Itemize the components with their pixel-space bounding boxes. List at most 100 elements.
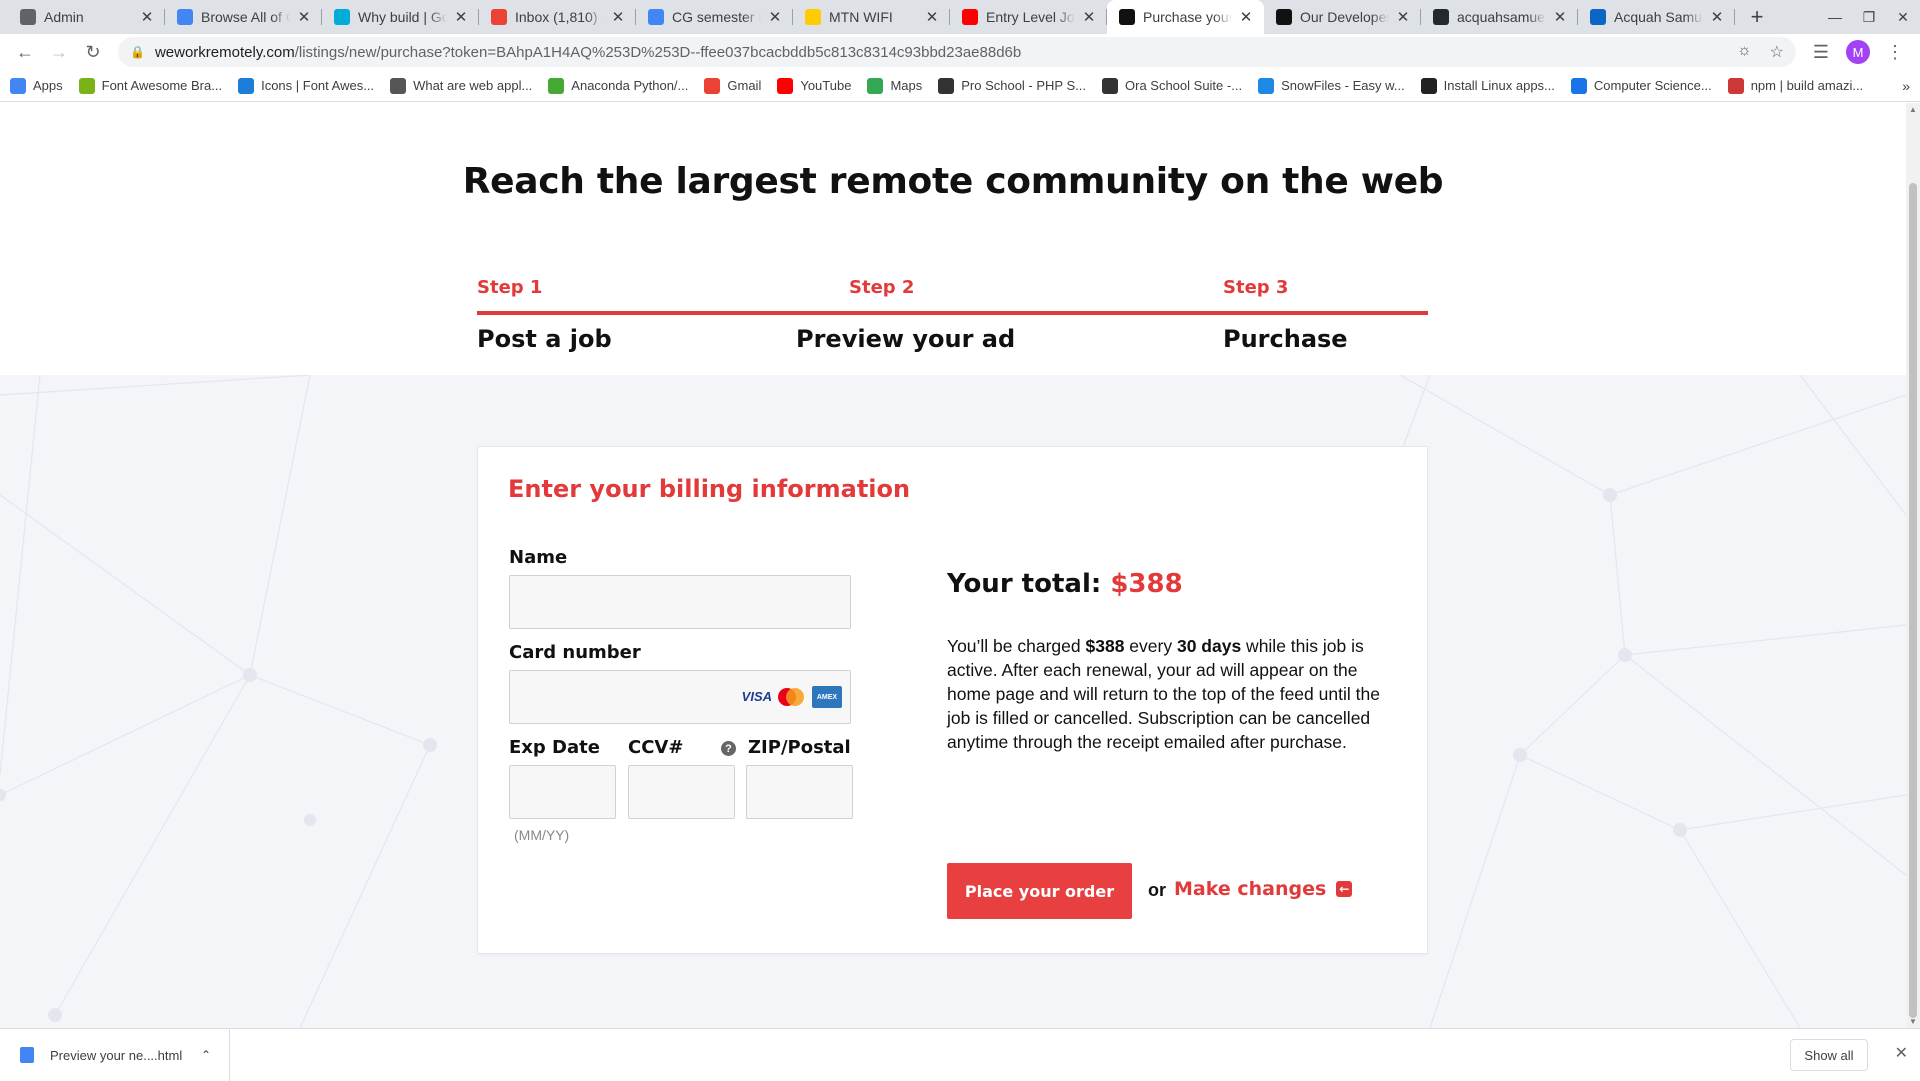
browser-tab[interactable]: CG semester PR ✕ [636,0,793,34]
browser-tab[interactable]: Why build | Go ✕ [322,0,479,34]
bookmark-item[interactable]: Icons | Font Awes... [238,77,374,94]
browser-tab[interactable]: Browse All of Google ✕ [165,0,322,34]
browser-tab[interactable]: Admin ✕ [8,0,165,34]
ccv-input[interactable] [628,765,735,819]
translate-icon[interactable]: ☼ [1737,42,1752,62]
bookmark-item[interactable]: Maps [867,77,923,94]
download-shelf: Preview your ne....html ⌃ Show all ✕ [0,1028,1920,1081]
download-item[interactable]: Preview your ne....html ⌃ [0,1029,230,1081]
tab-close-icon[interactable]: ✕ [1552,8,1568,26]
gmail-icon [491,9,507,25]
tab-title: Entry Level Job Re [986,9,1075,25]
browser-tab[interactable]: Our Developers ✕ [1264,0,1421,34]
back-arrow-icon: ← [1336,881,1353,897]
tab-title: Acquah Samuel [1614,9,1703,25]
bookmarks-bar: Apps Font Awesome Bra... Icons | Font Awes… [0,70,1920,102]
url-path: /listings/new/purchase?token=BAhpA1H4AQ%… [294,43,1022,61]
address-bar[interactable]: 🔒 weworkremotely.com/listings/new/purcha… [118,37,1796,67]
browser-tab[interactable]: Purchase your ne ✕ [1107,0,1264,34]
scroll-down-icon[interactable]: ▼ [1906,1017,1920,1026]
bookmark-item[interactable]: Gmail [704,77,762,94]
reading-list-icon[interactable]: ☰ [1804,37,1838,67]
show-all-button[interactable]: Show all [1790,1039,1868,1071]
tab-close-icon[interactable]: ✕ [924,8,940,26]
tab-close-icon[interactable]: ✕ [1081,8,1097,26]
reload-icon[interactable]: ↻ [76,37,110,67]
bookmark-item[interactable]: Install Linux apps... [1420,77,1555,94]
tab-close-icon[interactable]: ✕ [767,8,783,26]
order-total: Your total: $388 [947,569,1183,599]
browser-tab[interactable]: Acquah Samuel ✕ [1578,0,1735,34]
name-input[interactable] [509,575,851,629]
total-amount: $388 [1110,569,1183,599]
npm-icon [1727,77,1744,94]
tab-title: MTN WIFI [829,9,893,25]
bookmark-item[interactable]: What are web appl... [390,77,533,94]
tab-close-icon[interactable]: ✕ [610,8,626,26]
zip-input[interactable] [746,765,853,819]
bookmark-item[interactable]: Apps [10,77,63,94]
step-1-name: Post a job [477,325,612,353]
amex-icon: AMEX [812,686,842,708]
billing-title: Enter your billing information [508,475,911,503]
star-icon[interactable]: ☆ [1770,42,1784,62]
place-order-button[interactable]: Place your order [947,863,1132,919]
new-tab-icon[interactable]: + [1739,0,1775,34]
bookmark-item[interactable]: Anaconda Python/... [548,77,688,94]
bookmark-label: Ora School Suite -... [1125,78,1243,93]
bookmark-item[interactable]: Font Awesome Bra... [78,77,223,94]
file-icon [20,1047,34,1063]
tab-title: Inbox (1,810) - m [515,9,604,25]
forward-icon[interactable]: → [42,37,76,67]
bookmark-item[interactable]: Pro School - PHP S... [938,77,1086,94]
exp-date-input[interactable] [509,765,616,819]
chevron-up-icon[interactable]: ⌃ [201,1048,211,1062]
page-scrollbar[interactable]: ▲ ▼ [1906,103,1920,1028]
scrollbar-thumb[interactable] [1909,183,1917,1018]
gopher-icon [334,9,350,25]
linkedin-icon [1590,9,1606,25]
school-icon [938,77,955,94]
card-number-input[interactable]: VISA AMEX [509,670,851,724]
bookmark-item[interactable]: SnowFiles - Easy w... [1258,77,1405,94]
visa-icon: VISA [741,689,772,704]
kebab-menu-icon[interactable]: ⋮ [1878,37,1912,67]
bookmark-label: Gmail [727,78,762,93]
bookmarks-overflow-icon[interactable]: » [1902,78,1910,94]
browser-tab[interactable]: acquahsamuel (A ✕ [1421,0,1578,34]
tab-title: Purchase your ne [1143,9,1232,25]
profile-avatar[interactable]: M [1846,40,1870,64]
bookmark-item[interactable]: Ora School Suite -... [1102,77,1243,94]
page-heading: Reach the largest remote community on th… [462,161,1444,202]
bookmark-label: SnowFiles - Easy w... [1281,78,1405,93]
browser-tab[interactable]: Entry Level Job Re ✕ [950,0,1107,34]
browser-tab[interactable]: MTN WIFI ✕ [793,0,950,34]
google-icon [177,9,193,25]
restore-icon[interactable]: ❐ [1852,0,1886,34]
window-controls: — ❐ ✕ [1818,0,1920,34]
tab-close-icon[interactable]: ✕ [1238,8,1254,26]
docs-icon [648,9,664,25]
back-icon[interactable]: ← [8,37,42,67]
bookmark-item[interactable]: Computer Science... [1570,77,1712,94]
close-icon[interactable]: ✕ [1895,1043,1908,1063]
tab-close-icon[interactable]: ✕ [296,8,312,26]
tab-close-icon[interactable]: ✕ [1395,8,1411,26]
bookmark-item[interactable]: npm | build amazi... [1727,77,1863,94]
scroll-up-icon[interactable]: ▲ [1906,105,1920,114]
bookmark-item[interactable]: YouTube [777,77,851,94]
help-icon[interactable]: ? [721,741,736,756]
tab-close-icon[interactable]: ✕ [139,8,155,26]
bookmark-label: Font Awesome Bra... [101,78,223,93]
tab-title: Admin [44,9,84,25]
make-changes-link[interactable]: Make changes ← [1174,878,1353,900]
bookmark-label: Maps [890,78,923,93]
close-window-icon[interactable]: ✕ [1886,0,1920,34]
bookmark-label: What are web appl... [413,78,533,93]
tab-close-icon[interactable]: ✕ [1709,8,1725,26]
tab-title: Browse All of Google [201,9,290,25]
minimize-icon[interactable]: — [1818,0,1852,34]
browser-tab[interactable]: Inbox (1,810) - m ✕ [479,0,636,34]
tab-close-icon[interactable]: ✕ [453,8,469,26]
ccv-label: CCV# [628,737,684,758]
